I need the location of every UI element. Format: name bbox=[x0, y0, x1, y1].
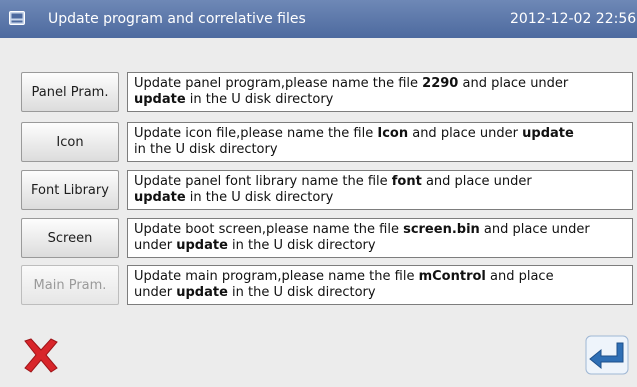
desc-text: and place under bbox=[421, 174, 532, 189]
update-row-font: Font Library Update panel font library n… bbox=[21, 170, 633, 210]
desc-text: Update boot screen,please name the file bbox=[134, 222, 404, 237]
desc-filename: font bbox=[391, 174, 422, 189]
desc-folder: update bbox=[176, 238, 228, 253]
desc-text: and place under bbox=[479, 222, 590, 237]
datetime-display: 2012-12-02 22:56 bbox=[510, 11, 637, 27]
cancel-x-icon[interactable] bbox=[19, 335, 63, 375]
panel-pram-button[interactable]: Panel Pram. bbox=[21, 72, 119, 112]
update-panel: Panel Pram. Update panel program,please … bbox=[0, 38, 637, 387]
window-title: Update program and correlative files bbox=[48, 11, 306, 27]
title-bar: Update program and correlative files 201… bbox=[0, 0, 637, 38]
desc-text: Update icon file,please name the file bbox=[134, 126, 378, 141]
desc-text: in the U disk directory bbox=[227, 285, 376, 300]
panel-pram-description: Update panel program,please name the fil… bbox=[127, 72, 633, 112]
update-row-icon: Icon Update icon file,please name the fi… bbox=[21, 122, 633, 162]
desc-folder: update bbox=[176, 285, 228, 300]
desc-text: in the U disk directory bbox=[185, 190, 334, 205]
desc-folder: update bbox=[134, 190, 186, 205]
icon-description: Update icon file,please name the file Ic… bbox=[127, 122, 633, 162]
update-row-main: Main Pram. Update main program,please na… bbox=[21, 265, 633, 305]
update-row-panel: Panel Pram. Update panel program,please … bbox=[21, 72, 633, 112]
device-icon bbox=[9, 11, 25, 25]
desc-text: in the U disk directory bbox=[185, 92, 334, 107]
desc-filename: 2290 bbox=[422, 76, 459, 91]
screen-description: Update boot screen,please name the file … bbox=[127, 218, 633, 258]
desc-folder: update bbox=[134, 92, 186, 107]
icon-button[interactable]: Icon bbox=[21, 122, 119, 162]
desc-text: in the U disk directory bbox=[227, 238, 376, 253]
screen-button[interactable]: Screen bbox=[21, 218, 119, 258]
desc-text: in the U disk directory bbox=[134, 142, 278, 157]
desc-text: and place under bbox=[458, 76, 569, 91]
desc-filename: mControl bbox=[418, 269, 486, 284]
desc-text: Update panel program,please name the fil… bbox=[134, 76, 423, 91]
main-pram-description: Update main program,please name the file… bbox=[127, 265, 633, 305]
desc-text: under bbox=[134, 285, 177, 300]
desc-filename: screen.bin bbox=[403, 222, 480, 237]
desc-text: and place under bbox=[408, 126, 523, 141]
desc-filename: Icon bbox=[377, 126, 409, 141]
desc-text: Update main program,please name the file bbox=[134, 269, 419, 284]
enter-return-icon[interactable] bbox=[585, 335, 629, 375]
desc-text: and place bbox=[485, 269, 554, 284]
font-library-description: Update panel font library name the file … bbox=[127, 170, 633, 210]
update-row-screen: Screen Update boot screen,please name th… bbox=[21, 218, 633, 258]
desc-folder: update bbox=[522, 126, 574, 141]
font-library-button[interactable]: Font Library bbox=[21, 170, 119, 210]
desc-text: Update panel font library name the file bbox=[134, 174, 392, 189]
desc-text: under bbox=[134, 238, 177, 253]
main-pram-button[interactable]: Main Pram. bbox=[21, 265, 119, 305]
